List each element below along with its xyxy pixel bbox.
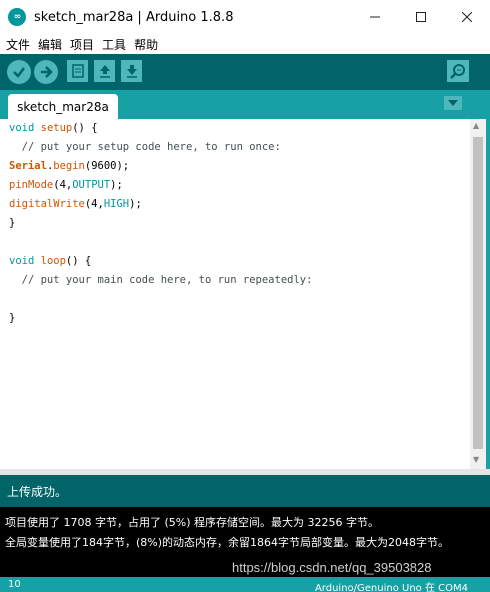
menu-edit[interactable]: 编辑 — [38, 36, 62, 53]
watermark: https://blog.csdn.net/qq_39503828 — [232, 560, 432, 575]
serial-monitor-button[interactable] — [447, 60, 469, 82]
code-line: } — [9, 217, 16, 229]
serial-monitor-icon — [450, 64, 465, 79]
title-bar: ∞ sketch_mar28a | Arduino 1.8.8 — [0, 0, 490, 34]
upload-arrow-icon — [41, 66, 53, 78]
minimize-button[interactable] — [352, 0, 398, 34]
open-sketch-button[interactable] — [94, 60, 115, 82]
status-message: 上传成功。 — [0, 475, 490, 507]
console-line: 全局变量使用了184字节，(8%)的动态内存，余留1864字节局部变量。最大为2… — [5, 536, 450, 549]
maximize-icon — [416, 12, 426, 22]
window-controls — [352, 0, 490, 34]
new-file-icon — [71, 64, 84, 78]
scroll-down-icon[interactable]: ▼ — [473, 455, 479, 464]
menu-tools[interactable]: 工具 — [102, 36, 126, 53]
menu-bar: 文件 编辑 项目 工具 帮助 — [0, 34, 490, 54]
new-sketch-button[interactable] — [67, 60, 88, 82]
code-line: Serial.begin(9600); — [9, 160, 130, 172]
window-edge — [486, 90, 490, 475]
close-icon — [462, 12, 472, 22]
code-line: // put your setup code here, to run once… — [9, 141, 281, 153]
code-line: } — [9, 312, 16, 324]
code-editor[interactable]: void setup() { // put your setup code he… — [0, 119, 470, 469]
console-line: 项目使用了 1708 字节，占用了 (5%) 程序存储空间。最大为 32256 … — [5, 516, 379, 529]
verify-icon — [13, 67, 25, 78]
code-line: void loop() { — [9, 255, 92, 267]
board-port-info: Arduino/Genuino Uno 在 COM4 — [314, 583, 468, 592]
save-arrow-down-icon — [126, 65, 137, 78]
close-button[interactable] — [444, 0, 490, 34]
open-arrow-up-icon — [99, 65, 110, 78]
toolbar — [0, 54, 490, 90]
code-line: pinMode(4,OUTPUT); — [9, 179, 123, 191]
line-number: 10 — [8, 579, 21, 590]
scroll-up-icon[interactable]: ▲ — [473, 121, 479, 130]
upload-button[interactable] — [34, 60, 58, 84]
code-line: void setup() { — [9, 122, 98, 134]
tab-menu-button[interactable] — [444, 96, 462, 110]
arduino-logo-icon: ∞ — [8, 8, 26, 26]
tab-bar: sketch_mar28a — [0, 90, 490, 119]
window-title: sketch_mar28a | Arduino 1.8.8 — [34, 9, 234, 25]
verify-button[interactable] — [7, 60, 31, 84]
minimize-icon — [370, 16, 380, 18]
code-line: // put your main code here, to run repea… — [9, 274, 313, 286]
scrollbar-thumb[interactable] — [473, 137, 483, 449]
editor-scrollbar[interactable]: ▲ ▼ — [470, 119, 486, 469]
save-sketch-button[interactable] — [121, 60, 142, 82]
bottom-status-bar: 10 Arduino/Genuino Uno 在 COM4 — [0, 577, 490, 592]
chevron-down-icon — [448, 100, 458, 106]
menu-sketch[interactable]: 项目 — [70, 36, 94, 53]
code-line: digitalWrite(4,HIGH); — [9, 198, 142, 210]
tab-sketch[interactable]: sketch_mar28a — [8, 94, 118, 119]
menu-help[interactable]: 帮助 — [134, 36, 158, 53]
menu-file[interactable]: 文件 — [6, 36, 30, 53]
maximize-button[interactable] — [398, 0, 444, 34]
